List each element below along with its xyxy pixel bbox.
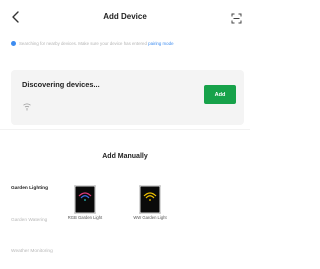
category-garden-lighting[interactable]: Garden Lighting	[11, 186, 48, 193]
info-icon	[11, 40, 16, 46]
scan-icon	[231, 13, 242, 24]
rgb-light-icon	[74, 185, 96, 214]
pairing-mode-link[interactable]: pairing mode	[148, 41, 173, 46]
device-rgb-garden-light[interactable]: RGB Garden Light	[65, 185, 105, 220]
notice-text: Searching for nearby devices. Make sure …	[19, 41, 147, 46]
add-button[interactable]: Add	[204, 85, 236, 104]
wifi-scanning-icon	[22, 98, 32, 111]
category-weather-monitoring[interactable]: Weather Monitoring	[11, 249, 53, 256]
page-title: Add Device	[103, 12, 147, 21]
scan-button[interactable]	[231, 11, 242, 24]
device-ww-garden-light[interactable]: WW Garden Light	[130, 185, 170, 220]
search-notice: Searching for nearby devices. Make sure …	[11, 40, 241, 48]
device-label: RGB Garden Light	[67, 215, 103, 220]
discovering-title: Discovering devices...	[22, 80, 100, 89]
category-garden-watering[interactable]: Garden Watering	[11, 218, 47, 225]
add-manually-title: Add Manually	[102, 153, 148, 160]
ww-light-icon	[139, 185, 161, 214]
divider	[0, 129, 250, 130]
device-label: WW Garden Light	[133, 215, 167, 220]
